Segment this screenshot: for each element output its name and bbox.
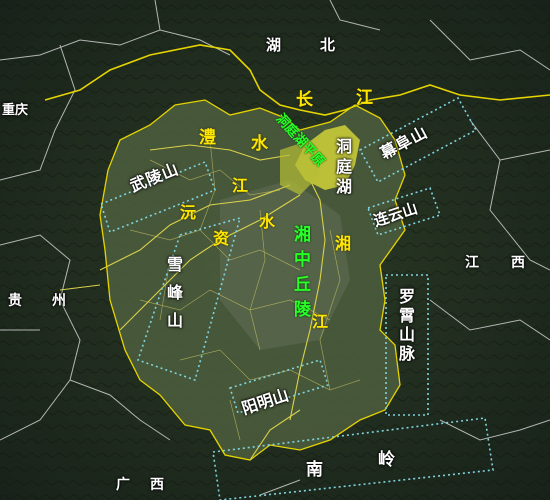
neighbor-hubei-char1: 湖 — [266, 36, 282, 54]
neighbor-guangxi-char2: 西 — [150, 477, 164, 493]
river-li-char2: 水 — [251, 134, 268, 154]
hunan-terrain-map: 湖 北 重庆 贵 州 江 西 广 西 长 江 澧 水 沅 江 资 水 湘 江 洞… — [0, 0, 550, 500]
river-changjiang-char1: 长 — [296, 90, 313, 110]
river-yuan-char1: 沅 — [180, 203, 197, 222]
river-zi-char1: 资 — [213, 229, 230, 248]
neighbor-guizhou-char2: 州 — [52, 293, 66, 309]
neighbor-guangxi-char1: 广 — [116, 477, 130, 493]
neighbor-guizhou-char1: 贵 — [8, 293, 22, 309]
river-yuan-char2: 江 — [232, 176, 249, 195]
river-xiang-char2: 江 — [312, 312, 329, 331]
neighbor-jiangxi-char2: 西 — [511, 255, 525, 271]
region-xiangzhong-hills: 湘中丘陵 — [290, 225, 310, 325]
river-li-char1: 澧 — [199, 128, 216, 148]
mountain-luoxiao: 罗霄山脉 — [396, 288, 415, 364]
mountain-nanling-char1: 南 — [306, 460, 323, 480]
river-xiang-char1: 湘 — [335, 234, 352, 253]
region-dongting-lake: 洞庭湖 — [333, 138, 352, 198]
mountain-nanling-char2: 岭 — [378, 450, 395, 470]
river-changjiang-char2: 江 — [356, 88, 373, 108]
neighbor-jiangxi-char1: 江 — [465, 255, 479, 271]
neighbor-chongqing: 重庆 — [2, 103, 29, 118]
mountain-xuefeng: 雪峰山 — [164, 256, 183, 340]
neighbor-hubei-char2: 北 — [320, 36, 336, 54]
terrain-layer — [0, 0, 550, 500]
river-zi-char2: 水 — [259, 212, 276, 231]
